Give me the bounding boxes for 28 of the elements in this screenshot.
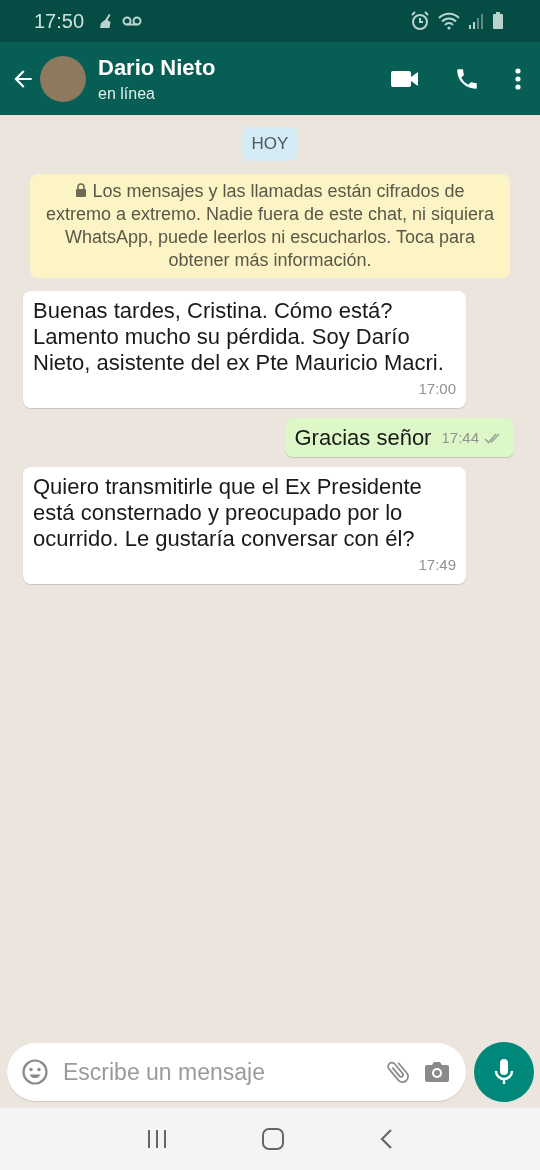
message-text: Quiero transmitirle que el Ex Presidente está consternado y preocupado por lo ocurrido. Le gustaría conversar con él? (33, 474, 423, 552)
presence-status: en línea (98, 84, 156, 103)
wifi-icon (438, 12, 460, 30)
recent-apps-icon[interactable] (146, 1129, 169, 1149)
date-label: HOY (241, 127, 299, 161)
battery-icon (492, 12, 504, 30)
signal-icon (468, 12, 484, 30)
incoming-message-bubble[interactable]: Buenas tardes, Cristina. Cómo está? Lamento mucho su pérdida. Soy Darío Nieto, asistente del ex Pte Mauricio Macri. 17:00 (23, 291, 466, 408)
message-time: 17:49 (418, 555, 456, 575)
microphone-button[interactable] (474, 1042, 534, 1102)
message-composer[interactable]: Escribe un mensaje (7, 1043, 466, 1101)
alarm-icon (410, 11, 430, 31)
message-text: Buenas tardes, Cristina. Cómo está? Lamento mucho su pérdida. Soy Darío Nieto, asistente del ex Pte Mauricio Macri. (33, 298, 445, 376)
home-icon[interactable] (261, 1127, 285, 1151)
message-time: 17:44 (441, 428, 479, 448)
more-options-icon[interactable] (514, 66, 522, 91)
lock-icon (75, 183, 88, 198)
contact-name[interactable]: Dario Nieto (98, 54, 356, 81)
emoji-icon[interactable] (21, 1058, 49, 1086)
voicemail-icon (122, 15, 143, 27)
message-text: Gracias señor (294, 425, 432, 451)
camera-icon[interactable] (424, 1060, 450, 1084)
incoming-message-bubble[interactable]: Quiero transmitirle que el Ex Presidente está consternado y preocupado por lo ocurrido. Le gustaría conversar con él? 17:49 (23, 467, 466, 584)
message-time: 17:00 (418, 379, 456, 399)
status-time: 17:50 (34, 9, 85, 33)
outgoing-message-bubble[interactable]: Gracias señor 17:44 (284, 418, 514, 457)
microphone-icon (493, 1058, 515, 1086)
encryption-notice[interactable]: Los mensajes y las llamadas están cifrados de extremo a extremo. Nadie fuera de este chat, ni siquiera WhatsApp, puede leerlos ni escucharlos. Toca para obtener más información. (30, 174, 510, 278)
